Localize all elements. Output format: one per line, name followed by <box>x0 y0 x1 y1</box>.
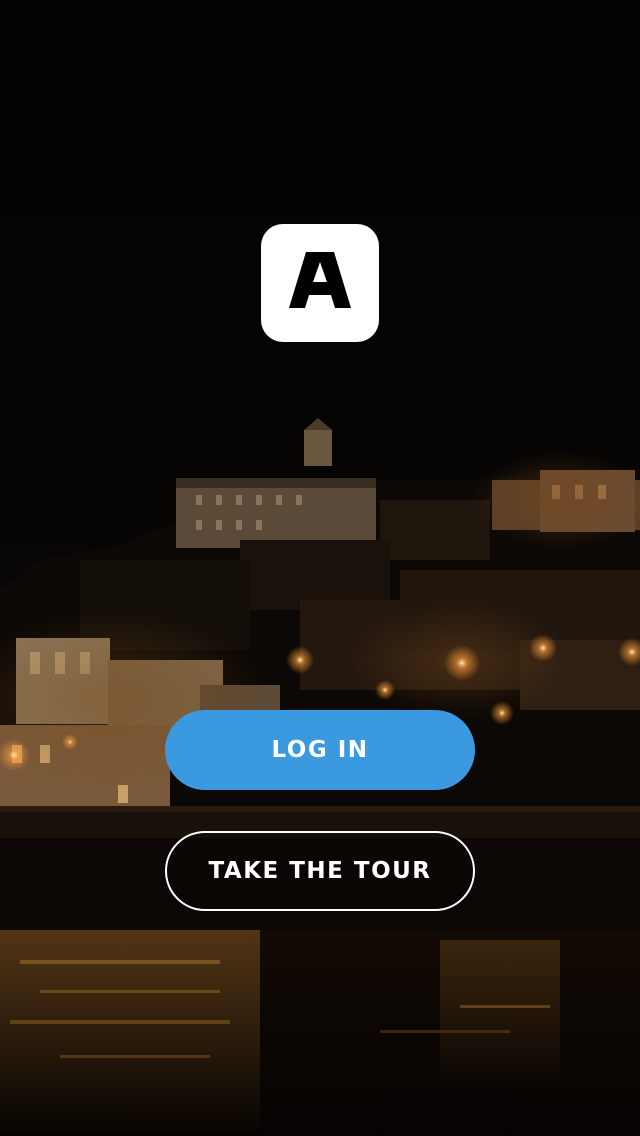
take-tour-button[interactable]: TAKE THE TOUR <box>165 831 475 911</box>
app-logo <box>261 224 379 342</box>
background-city-photo <box>0 0 640 1136</box>
login-button[interactable]: LOG IN <box>165 710 475 790</box>
letter-a-icon <box>289 252 351 308</box>
welcome-screen: LOG IN TAKE THE TOUR <box>0 0 640 1136</box>
